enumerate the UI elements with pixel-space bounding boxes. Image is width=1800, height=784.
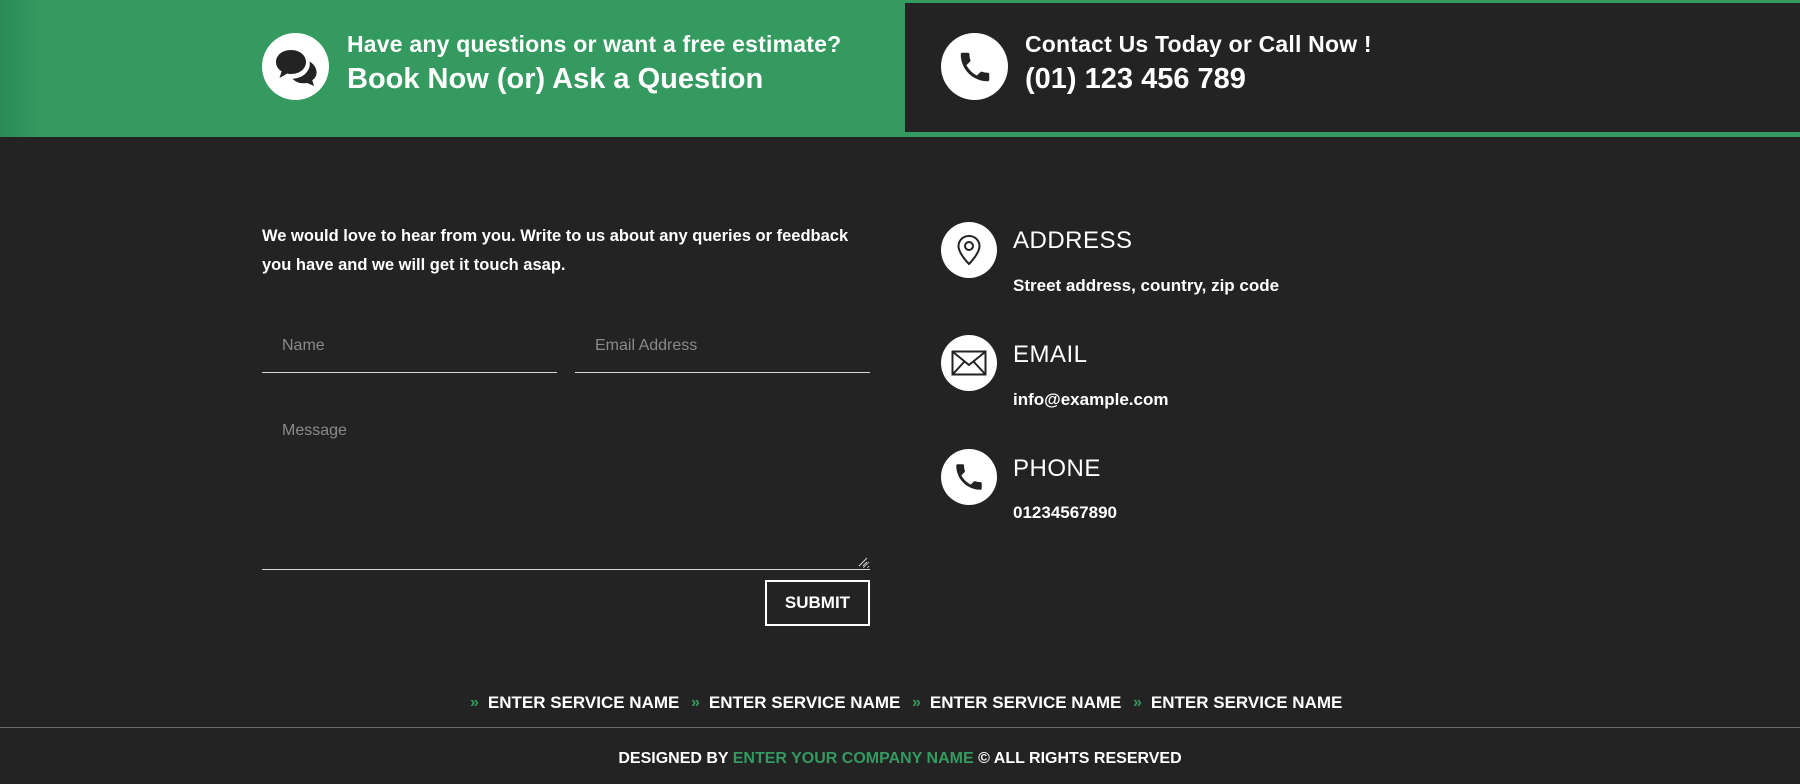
email-title: EMAIL <box>1013 341 1088 368</box>
service-link-label: ENTER SERVICE NAME <box>487 693 680 712</box>
footer-divider <box>0 727 1800 728</box>
designed-by-text: DESIGNED BY <box>618 750 729 767</box>
phone-title: PHONE <box>1013 455 1101 482</box>
service-link[interactable]: » ENTER SERVICE NAME <box>691 693 900 713</box>
book-now-link[interactable]: Book Now (or) Ask a Question <box>347 63 763 96</box>
name-field[interactable] <box>262 320 557 373</box>
email-value[interactable]: info@example.com <box>1013 390 1168 410</box>
cta-banner: Have any questions or want a free estima… <box>0 0 1800 137</box>
message-field[interactable] <box>262 396 870 570</box>
rights-text: © ALL RIGHTS RESERVED <box>978 750 1182 767</box>
call-kicker-text: Contact Us Today or Call Now ! <box>1025 31 1372 57</box>
company-name-link[interactable]: ENTER YOUR COMPANY NAME <box>733 750 974 767</box>
address-title: ADDRESS <box>1013 227 1133 254</box>
estimate-cta-panel[interactable]: Have any questions or want a free estima… <box>0 0 905 137</box>
double-chevron-right-icon: » <box>691 694 700 711</box>
service-link[interactable]: » ENTER SERVICE NAME <box>1133 693 1342 713</box>
form-intro-text: We would love to hear from you. Write to… <box>262 227 849 274</box>
phone-value[interactable]: 01234567890 <box>1013 503 1117 523</box>
location-pin-icon <box>941 222 997 278</box>
textarea-resize-handle[interactable] <box>858 557 868 567</box>
service-link-label: ENTER SERVICE NAME <box>1150 693 1343 712</box>
phone-icon <box>941 33 1008 100</box>
service-link[interactable]: » ENTER SERVICE NAME <box>470 693 679 713</box>
chat-bubbles-icon <box>262 33 329 100</box>
double-chevron-right-icon: » <box>470 694 479 711</box>
call-cta-panel: Contact Us Today or Call Now ! (01) 123 … <box>905 0 1800 137</box>
service-link-label: ENTER SERVICE NAME <box>929 693 1122 712</box>
address-value: Street address, country, zip code <box>1013 276 1280 295</box>
service-link[interactable]: » ENTER SERVICE NAME <box>912 693 1121 713</box>
phone-number-link[interactable]: (01) 123 456 789 <box>1025 63 1246 96</box>
submit-button[interactable]: SUBMIT <box>765 580 870 626</box>
envelope-icon <box>941 335 997 391</box>
phone-icon <box>941 449 997 505</box>
service-links: » ENTER SERVICE NAME » ENTER SERVICE NAM… <box>0 693 1800 717</box>
double-chevron-right-icon: » <box>912 694 921 711</box>
service-link-label: ENTER SERVICE NAME <box>708 693 901 712</box>
double-chevron-right-icon: » <box>1133 694 1142 711</box>
estimate-kicker-text: Have any questions or want a free estima… <box>347 31 842 57</box>
footer-credits: DESIGNED BY ENTER YOUR COMPANY NAME © AL… <box>0 750 1800 768</box>
email-field[interactable] <box>575 320 870 373</box>
